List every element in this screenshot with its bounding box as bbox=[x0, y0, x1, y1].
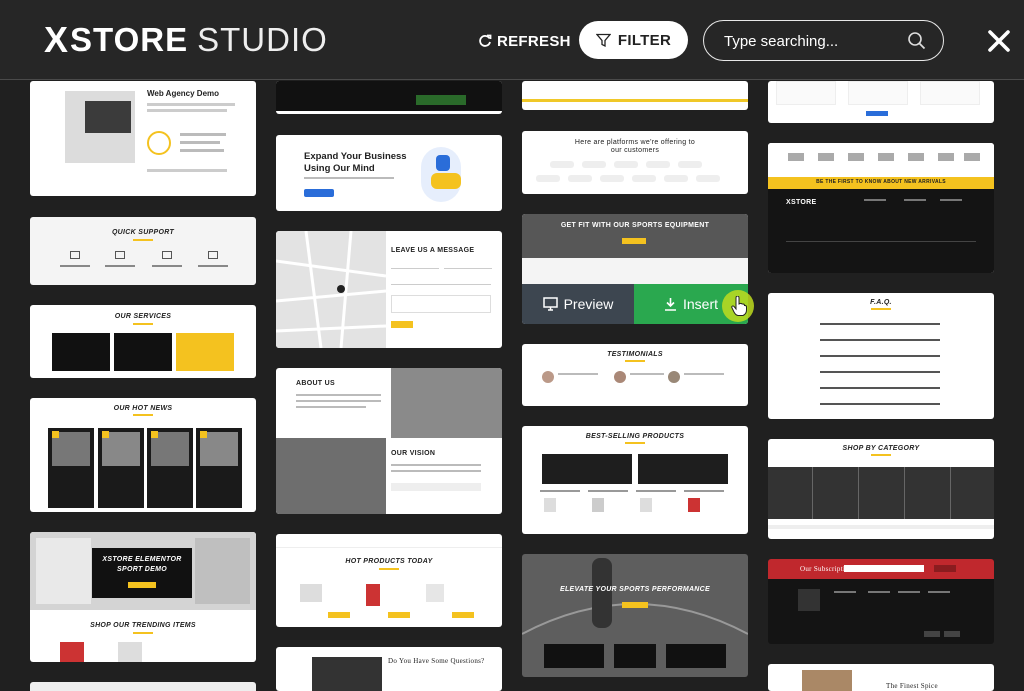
search-input[interactable] bbox=[724, 30, 904, 52]
insert-label: Insert bbox=[682, 296, 718, 312]
card-title: SHOP BY CATEGORY bbox=[842, 445, 920, 452]
card-hover-actions: Preview Insert bbox=[522, 284, 748, 324]
card-title: The Finest Spice bbox=[886, 682, 938, 690]
template-card-col4-top[interactable] bbox=[768, 81, 994, 123]
map-illustration bbox=[276, 231, 386, 348]
preview-button[interactable]: Preview bbox=[522, 284, 634, 324]
card-subtitle: SHOP OUR TRENDING ITEMS bbox=[90, 622, 196, 629]
card-title: OUR HOT NEWS bbox=[113, 405, 173, 412]
card-title: ELEVATE YOUR SPORTS PERFORMANCE bbox=[560, 586, 710, 593]
logo-x: X bbox=[44, 19, 70, 60]
template-card-expand-business[interactable]: Expand Your Business Using Our Mind bbox=[276, 135, 502, 211]
template-card-partial-1[interactable] bbox=[30, 682, 256, 691]
card-title: TESTIMONIALS bbox=[607, 351, 663, 358]
template-card-testimonials[interactable]: TESTIMONIALS bbox=[522, 344, 748, 406]
template-card-shop-category[interactable]: SHOP BY CATEGORY bbox=[768, 439, 994, 539]
close-icon[interactable] bbox=[986, 28, 1012, 54]
card-title: QUICK SUPPORT bbox=[111, 229, 175, 236]
refresh-label: REFRESH bbox=[497, 32, 571, 50]
banner-title-a: XSTORE ELEMENTOR bbox=[102, 556, 182, 563]
card-title: OUR SERVICES bbox=[114, 313, 172, 320]
card-subtitle: OUR VISION bbox=[391, 450, 436, 457]
template-card-platforms[interactable]: Here are platforms we're offering to our… bbox=[522, 131, 748, 194]
laptop-screen bbox=[85, 101, 131, 133]
logo-store: STORE bbox=[70, 21, 189, 58]
hand-cursor-icon bbox=[731, 296, 747, 316]
template-card-finest-spice[interactable]: The Finest Spice bbox=[768, 664, 994, 691]
card-title-a: Expand Your Business bbox=[304, 151, 407, 162]
template-card-dark-top[interactable] bbox=[276, 81, 502, 114]
card-title-b: our customers bbox=[610, 147, 660, 154]
search-icon[interactable] bbox=[907, 31, 926, 50]
template-card-our-services[interactable]: OUR SERVICES bbox=[30, 305, 256, 378]
logo-studio: STUDIO bbox=[197, 21, 328, 58]
template-card-footer-dark[interactable]: BE THE FIRST TO KNOW ABOUT NEW ARRIVALS … bbox=[768, 143, 994, 273]
template-card-quick-support[interactable]: QUICK SUPPORT bbox=[30, 217, 256, 285]
filter-label: FILTER bbox=[617, 31, 672, 49]
template-card-top-strip[interactable] bbox=[522, 81, 748, 110]
card-title: Web Agency Demo bbox=[147, 89, 220, 98]
card-title: ABOUT US bbox=[296, 380, 335, 387]
refresh-icon bbox=[479, 34, 492, 47]
footer-logo: XSTORE bbox=[786, 199, 817, 206]
download-icon bbox=[664, 298, 676, 311]
template-card-questions[interactable]: Do You Have Some Questions? bbox=[276, 647, 502, 691]
template-card-get-fit-hovered[interactable]: GET FIT WITH OUR SPORTS EQUIPMENT Previe… bbox=[522, 214, 748, 324]
template-card-best-selling[interactable]: BEST-SELLING PRODUCTS bbox=[522, 426, 748, 534]
template-card-hot-products[interactable]: HOT PRODUCTS TODAY bbox=[276, 534, 502, 627]
template-card-hot-news[interactable]: OUR HOT NEWS bbox=[30, 398, 256, 512]
monitor-icon bbox=[542, 297, 558, 311]
card-title: GET FIT WITH OUR SPORTS EQUIPMENT bbox=[560, 222, 710, 229]
card-title-b: Using Our Mind bbox=[304, 163, 375, 174]
newsletter-banner: BE THE FIRST TO KNOW ABOUT NEW ARRIVALS bbox=[816, 179, 946, 185]
filter-icon bbox=[595, 33, 611, 47]
filter-button[interactable]: FILTER bbox=[579, 21, 688, 59]
card-title: HOT PRODUCTS TODAY bbox=[345, 558, 433, 565]
template-card-faq[interactable]: F.A.Q. bbox=[768, 293, 994, 419]
card-title-a: Here are platforms we're offering to bbox=[574, 139, 696, 146]
card-title: LEAVE US A MESSAGE bbox=[391, 247, 475, 254]
card-title: F.A.Q. bbox=[870, 299, 892, 306]
template-card-subscription[interactable]: Our Subscription bbox=[768, 559, 994, 644]
preview-label: Preview bbox=[563, 296, 614, 312]
template-grid: Web Agency Demo QUICK SUPPORT OUR SERVIC… bbox=[0, 81, 1024, 691]
card-title: BEST-SELLING PRODUCTS bbox=[585, 433, 685, 440]
template-card-contact-map[interactable]: LEAVE US A MESSAGE bbox=[276, 231, 502, 348]
template-card-sport-demo[interactable]: XSTORE ELEMENTOR SPORT DEMO SHOP OUR TRE… bbox=[30, 532, 256, 662]
search-box[interactable] bbox=[703, 20, 944, 61]
template-card-elevate[interactable]: ELEVATE YOUR SPORTS PERFORMANCE bbox=[522, 554, 748, 677]
template-card-about-us[interactable]: ABOUT US OUR VISION bbox=[276, 368, 502, 514]
refresh-button[interactable]: REFRESH bbox=[478, 29, 571, 53]
card-title: Do You Have Some Questions? bbox=[388, 657, 485, 665]
studio-header: X STORE STUDIO REFRESH FILTER bbox=[0, 0, 1024, 80]
xstore-studio-logo: X STORE STUDIO bbox=[44, 19, 328, 60]
template-card-web-agency[interactable]: Web Agency Demo bbox=[30, 81, 256, 196]
banner-title-b: SPORT DEMO bbox=[117, 566, 167, 573]
